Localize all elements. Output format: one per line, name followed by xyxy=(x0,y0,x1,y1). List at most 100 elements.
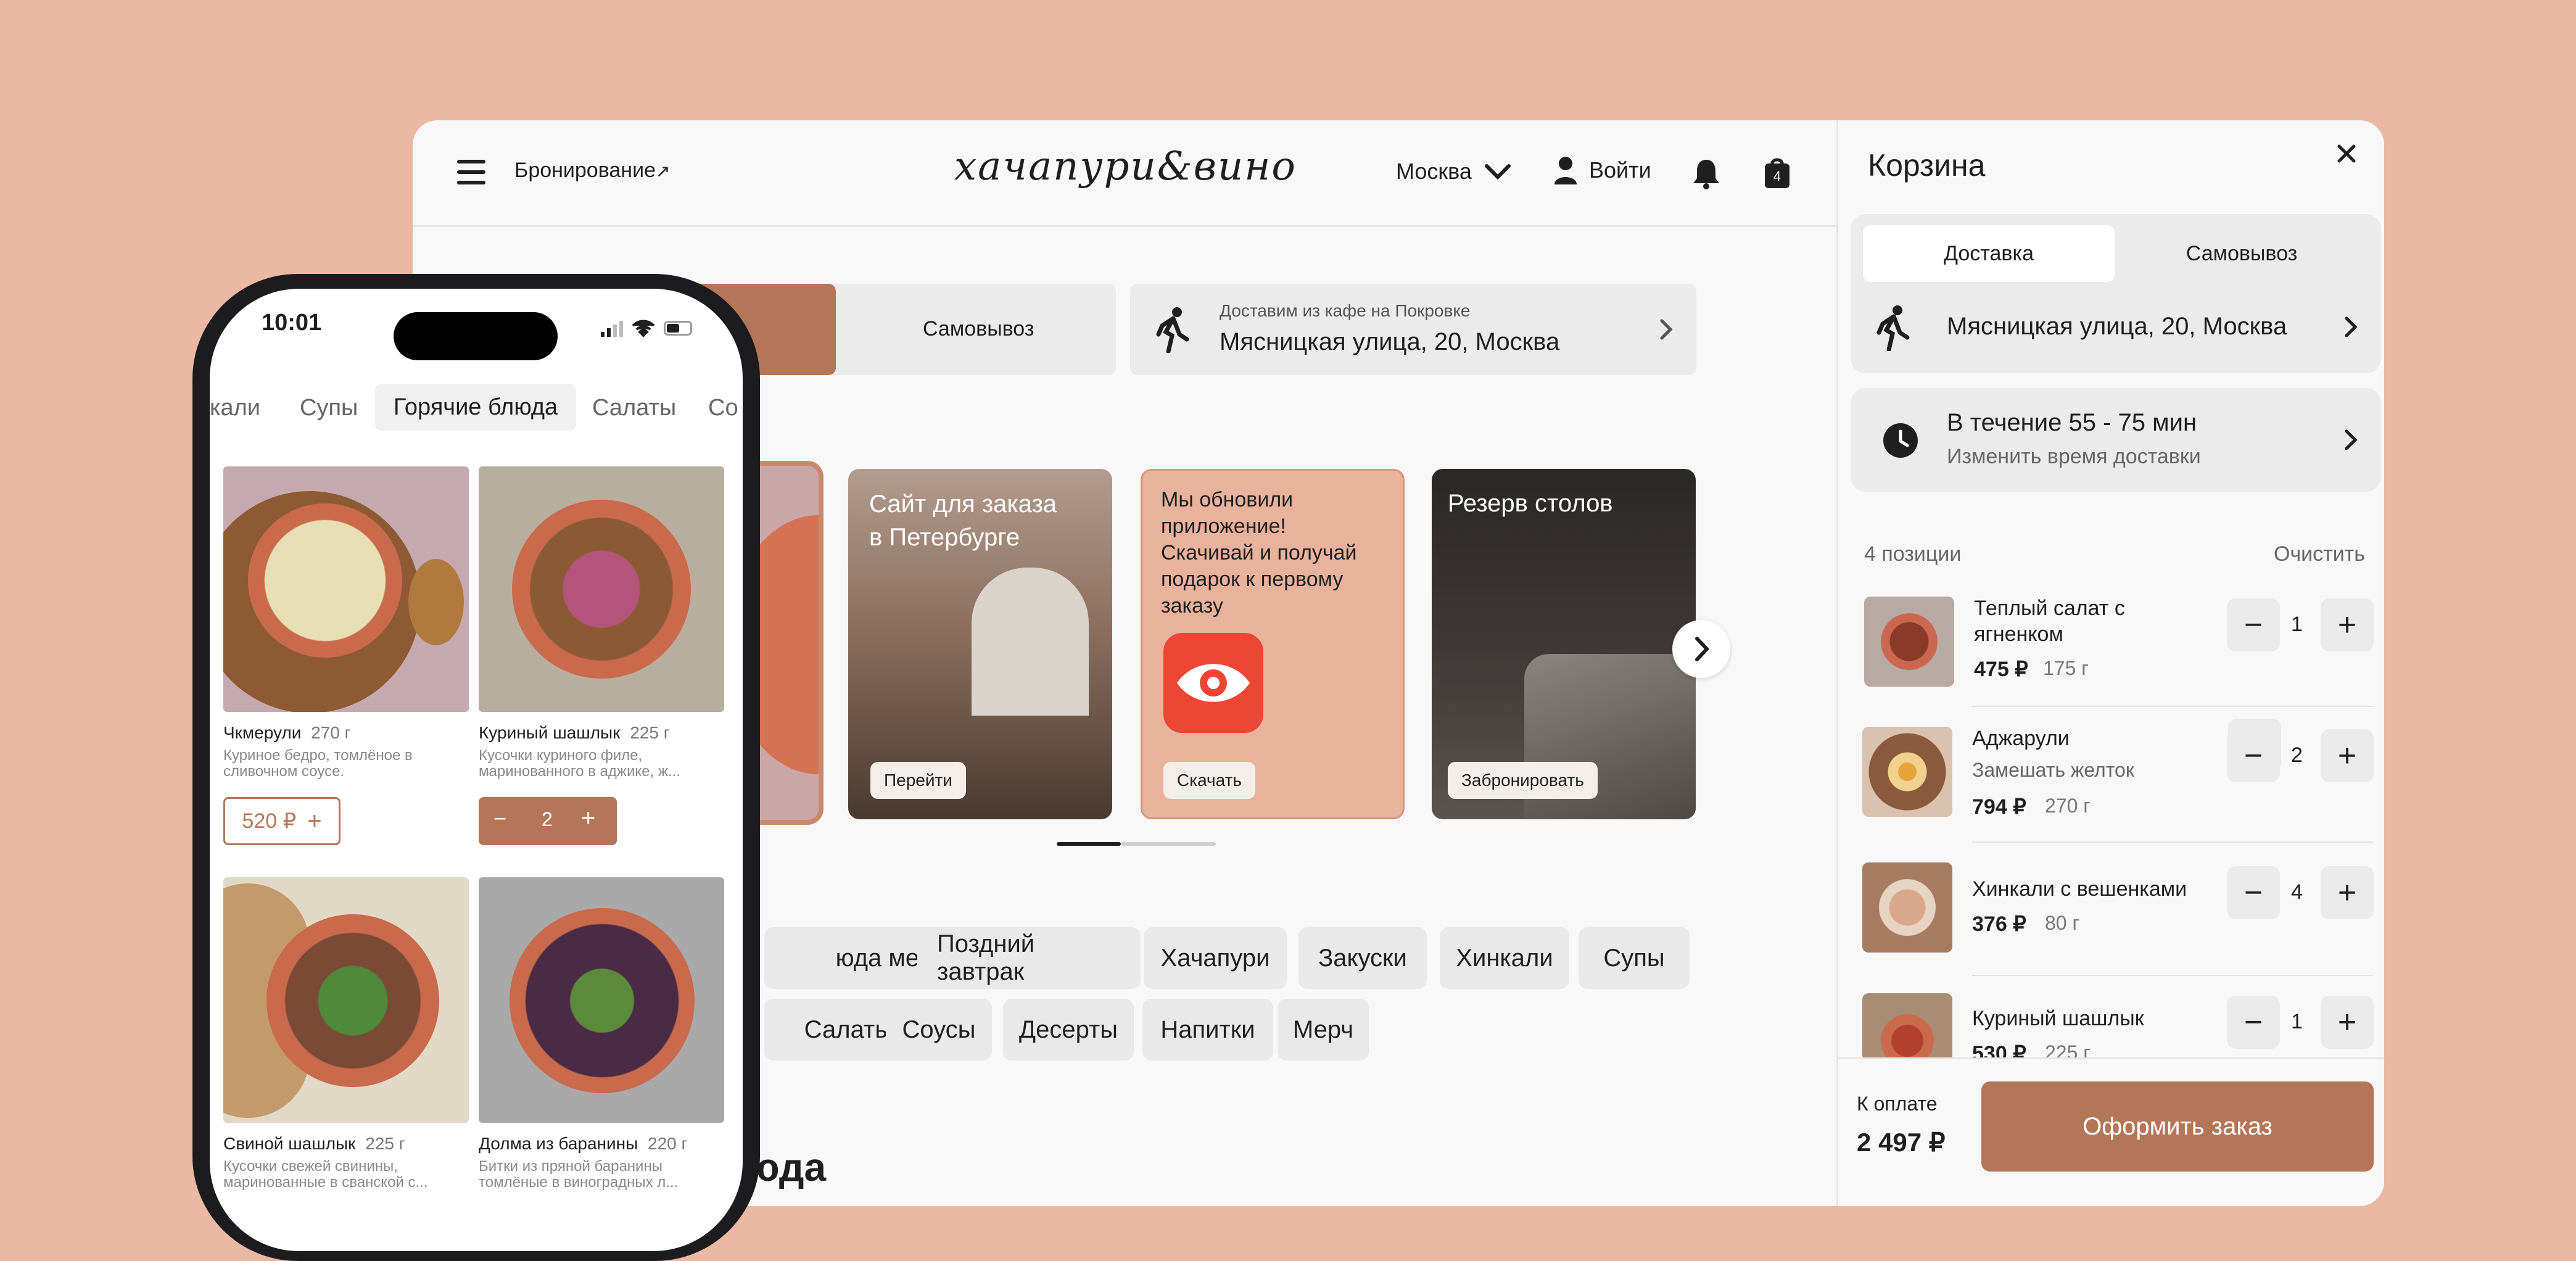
phone-tab[interactable]: Со xyxy=(708,395,738,421)
decrease-button[interactable]: − xyxy=(2227,598,2280,651)
product-image[interactable] xyxy=(223,466,469,712)
category-pill[interactable]: Соусы xyxy=(886,999,992,1060)
tab-pickup-label: Самовывоз xyxy=(2186,241,2298,265)
phone-tab[interactable]: кали xyxy=(210,395,260,421)
phone-tab-active[interactable]: Горячие блюда xyxy=(375,384,576,431)
product-name: Свиной шашлык 225 г xyxy=(223,1134,405,1154)
bowl-shape xyxy=(248,503,402,658)
product-image[interactable] xyxy=(479,466,724,712)
product-image[interactable] xyxy=(223,877,469,1123)
divider xyxy=(1972,975,2373,976)
product-name: Куриный шашлык 225 г xyxy=(479,723,670,743)
decrease-button[interactable]: − xyxy=(493,806,506,832)
product-weight: 220 г xyxy=(648,1134,688,1153)
promo-title: Резерв столов xyxy=(1448,490,1613,517)
bell-icon[interactable] xyxy=(1692,157,1720,189)
carousel-next-button[interactable] xyxy=(1672,620,1730,678)
delivery-time-subtitle: Изменить время доставки xyxy=(1947,445,2201,468)
delivery-address-box[interactable]: Доставим из кафе на Покровке Мясницкая у… xyxy=(1130,284,1696,375)
add-to-cart-button[interactable]: 520 ₽ + xyxy=(223,797,341,845)
promo-card-app[interactable]: Мы обновили приложение! Скачивай и получ… xyxy=(1141,469,1405,819)
checkout-footer: К оплате 2 497 ₽ Оформить заказ xyxy=(1838,1057,2384,1186)
pickup-option[interactable]: Самовывоз xyxy=(923,317,1034,341)
chevron-right-icon xyxy=(1695,637,1710,661)
category-pill[interactable]: Мерч xyxy=(1278,999,1369,1060)
promo-go-button[interactable]: Перейти xyxy=(870,762,966,799)
increase-button[interactable]: + xyxy=(2321,996,2374,1049)
cart-bag-icon[interactable]: 4 xyxy=(1764,156,1791,188)
cart-item-note: Замешать желток xyxy=(1972,759,2134,781)
category-pill[interactable]: Десерты xyxy=(1003,999,1134,1060)
increase-button[interactable]: + xyxy=(2321,598,2374,651)
battery-icon xyxy=(664,321,692,336)
category-pill[interactable]: Закуски xyxy=(1298,927,1427,989)
cart-clear-button[interactable]: Очистить xyxy=(2274,542,2365,566)
phone-tab[interactable]: Салаты xyxy=(592,395,676,421)
login-button[interactable]: Войти xyxy=(1553,156,1651,184)
increase-button[interactable]: + xyxy=(2321,729,2374,782)
total-value: 2 497 ₽ xyxy=(1857,1128,1946,1157)
cart-item-qty: 4 xyxy=(2291,880,2303,904)
decrease-button[interactable]: − xyxy=(2227,996,2280,1049)
cart-item-image xyxy=(1862,727,1952,817)
arrow-out-icon: ↗ xyxy=(656,162,671,181)
booking-link[interactable]: Бронирование↗ xyxy=(514,159,670,183)
product-description: Кусочки куриного филе, маринованного в а… xyxy=(479,747,680,780)
status-time: 10:01 xyxy=(262,310,322,336)
bowl-shape xyxy=(266,914,439,1087)
promo-download-button[interactable]: Скачать xyxy=(1163,762,1255,799)
product-name: Чкмерули 270 г xyxy=(223,723,351,743)
quantity-stepper: − 2 + xyxy=(479,797,617,845)
clock-icon xyxy=(1883,423,1918,458)
product-price: 520 ₽ xyxy=(242,809,297,833)
tab-delivery[interactable]: Доставка xyxy=(1863,225,2115,282)
cart-address-row[interactable]: Мясницкая улица, 20, Москва xyxy=(1851,287,2381,367)
product-description: Битки из пряной баранины томлёные в вино… xyxy=(479,1158,679,1191)
product-title: Чкмерули xyxy=(223,723,302,742)
close-icon[interactable] xyxy=(2332,139,2361,168)
divider xyxy=(1972,841,2373,843)
cart-item-price: 475 ₽ xyxy=(1974,658,2028,681)
cart-item-name: Хинкали с вешенками xyxy=(1972,877,2187,901)
category-pill[interactable]: Хачапури xyxy=(1144,927,1287,989)
promo-card-reserve[interactable]: Резерв столов Забронировать xyxy=(1432,469,1696,819)
promo-card-spb[interactable]: Сайт для заказа в Петербурге Перейти xyxy=(848,469,1112,819)
carousel-indicator-active xyxy=(1057,842,1121,846)
booking-label: Бронирование xyxy=(514,159,656,182)
carousel-indicator xyxy=(1121,842,1216,846)
phone-frame: 10:01 кали Супы Горячие блюда Салаты Со … xyxy=(192,274,760,1261)
increase-button[interactable]: + xyxy=(581,804,595,832)
decrease-button[interactable]: − xyxy=(2227,729,2280,782)
delivery-method-box: Доставка Самовывоз Мясницкая улица, 20, … xyxy=(1851,214,2381,373)
city-label: Москва xyxy=(1396,159,1472,184)
category-pill[interactable]: Хинкали xyxy=(1440,927,1569,989)
tab-pickup[interactable]: Самовывоз xyxy=(2116,225,2368,282)
logo[interactable]: хачапури&вино xyxy=(954,144,1297,189)
chevron-right-icon xyxy=(2345,429,2358,450)
category-pill[interactable]: Поздний завтрак xyxy=(917,927,1141,989)
menu-icon[interactable] xyxy=(457,160,485,184)
phone-tab-label: Горячие блюда xyxy=(393,394,558,420)
delivery-time-box[interactable]: В течение 55 - 75 мин Изменить время дос… xyxy=(1851,388,2381,492)
category-pill[interactable]: Супы xyxy=(1579,927,1690,989)
phone-screen: 10:01 кали Супы Горячие блюда Салаты Со … xyxy=(210,289,743,1251)
product-weight: 225 г xyxy=(365,1134,405,1153)
decrease-button[interactable]: − xyxy=(2227,866,2280,919)
top-bar: Бронирование↗ хачапури&вино Москва Войти… xyxy=(413,120,1836,227)
increase-button[interactable]: + xyxy=(2321,866,2374,919)
login-label: Войти xyxy=(1589,157,1651,183)
checkout-button[interactable]: Оформить заказ xyxy=(1981,1081,2374,1172)
bread-shape xyxy=(408,559,464,645)
chevron-down-icon xyxy=(1484,164,1511,180)
product-description: Кусочки свежей свинины, маринованные в с… xyxy=(223,1158,428,1191)
cart-item-image xyxy=(1862,862,1952,953)
product-description: Куриное бедро, томлёное в сливочном соус… xyxy=(223,747,413,780)
product-image[interactable] xyxy=(479,877,724,1123)
plus-icon: + xyxy=(307,807,322,835)
phone-tab[interactable]: Супы xyxy=(300,395,358,421)
total-label: К оплате xyxy=(1857,1093,1938,1115)
city-selector[interactable]: Москва xyxy=(1396,159,1511,184)
category-pill[interactable]: Напитки xyxy=(1142,999,1273,1060)
promo-reserve-button[interactable]: Забронировать xyxy=(1448,762,1598,799)
cart-item-qty: 2 xyxy=(2291,743,2303,767)
